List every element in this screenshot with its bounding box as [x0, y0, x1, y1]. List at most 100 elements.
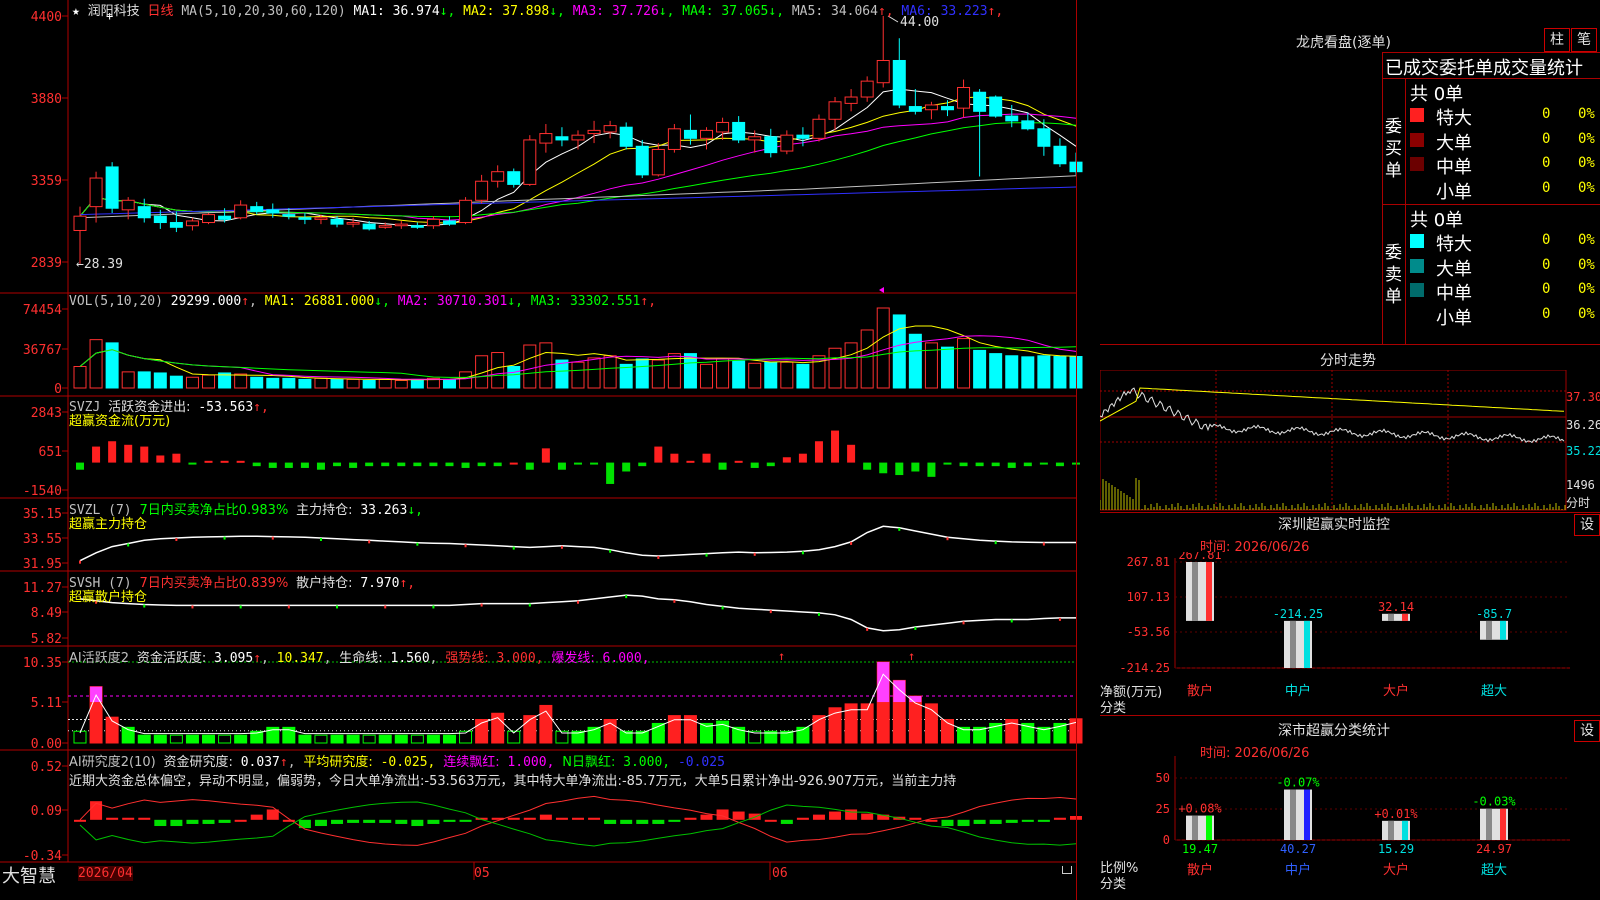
candle-body-45 [796, 134, 810, 139]
svzj-bar-57 [991, 462, 1000, 467]
szcy-bar-edge-3 [1500, 620, 1506, 640]
research-bar-44 [780, 819, 793, 824]
research-bar-5 [154, 819, 167, 827]
volume-bar-57 [989, 353, 1003, 389]
svzj-bar-9 [220, 460, 229, 463]
sell-row-pct-0: 0% [1578, 232, 1595, 248]
ai-bar-10 [234, 734, 248, 744]
lock-icon[interactable] [1062, 866, 1072, 874]
candle-body-55 [957, 86, 971, 109]
svzj-bar-41 [734, 460, 743, 463]
research-bar-40 [716, 809, 729, 820]
stock-name: 润阳科技 [87, 4, 140, 19]
volume-bar-19 [378, 378, 392, 389]
star-icon[interactable]: ★ [72, 4, 80, 19]
svzj-bar-17 [349, 462, 358, 468]
lhkp-bottom-line [1100, 344, 1600, 345]
candle-body-10 [234, 204, 248, 219]
svzj-bar-16 [333, 462, 342, 467]
svzj-bar-22 [429, 462, 438, 467]
szcy-bar-shade-3 [1486, 620, 1492, 640]
volume-bar-41 [732, 360, 746, 389]
svzj-bar-55 [959, 462, 968, 467]
svzj-bar-37 [670, 453, 679, 463]
volume-bar-54 [940, 346, 954, 389]
stroke-button[interactable]: 笔 [1571, 28, 1597, 52]
candle-body-40 [716, 121, 730, 133]
candle-body-57 [989, 96, 1003, 117]
ma-title: MA(5,10,20,30,60,120) [181, 4, 346, 19]
svzj-bar-4 [140, 446, 149, 463]
month-06-label: 06 [772, 866, 788, 881]
brand-label[interactable]: 大智慧 [2, 862, 56, 888]
svzj-bar-14 [300, 462, 309, 468]
volume-bar-28 [523, 344, 537, 389]
candle-body-8 [202, 214, 216, 224]
ai-header: AI活跃度2 资金活跃度: 3.095↑, 10.347, 生命线: 1.560… [69, 651, 650, 666]
research-bar-61 [1053, 817, 1066, 820]
szcy-value-3: -85.7 [1476, 607, 1512, 621]
buy-row-pct-0: 0% [1578, 106, 1595, 122]
volume-bar-16 [330, 378, 344, 389]
ma-value-2: MA2: 37.898 [455, 4, 550, 19]
column-button[interactable]: 柱 [1544, 28, 1570, 52]
svzj-bar-32 [590, 462, 599, 465]
svzj-bar-26 [493, 462, 502, 467]
lhkp-line-top [1382, 52, 1600, 53]
szcy-settings-button[interactable]: 设 [1574, 514, 1600, 536]
candle-body-1 [89, 177, 103, 208]
research-bar-29 [539, 814, 552, 820]
period-label[interactable]: 日线 [148, 4, 174, 19]
candle-body-43 [764, 136, 778, 154]
candle-body-44 [780, 134, 794, 152]
research-bar-2 [106, 817, 119, 820]
svzj-bar-34 [622, 462, 631, 472]
volume-bar-27 [507, 366, 521, 389]
svzj-bar-43 [766, 462, 775, 467]
volume-bar-43 [764, 361, 778, 389]
vol-ytick-2: 0 [54, 382, 62, 397]
svzl-arrow: ↓, [407, 503, 423, 518]
ai-bar-16 [330, 734, 344, 744]
scfl-bar-shade-0 [1192, 815, 1198, 840]
research-bar-3 [122, 817, 135, 820]
volume-bar-17 [346, 378, 360, 389]
svzj-bar-53 [927, 462, 936, 477]
svzj-bar-29 [541, 448, 550, 463]
candle-body-47 [828, 101, 842, 120]
research-bar-20 [395, 819, 408, 824]
svzl-ytick-2: 31.95 [23, 557, 62, 572]
research-lx-value: 1.000 [507, 755, 547, 770]
volume-bar-12 [266, 377, 280, 389]
research-bar-19 [379, 819, 392, 823]
ai-bar-15 [314, 734, 328, 744]
candle-body-53 [924, 104, 938, 111]
svzj-bar-42 [750, 462, 759, 468]
research-bar-52 [909, 817, 922, 820]
svzj-ytick-1: 651 [39, 445, 62, 460]
vol-ma-value-3: MA3: 33302.551 [522, 294, 641, 309]
research-bar-28 [523, 817, 536, 820]
ma-value-1: MA1: 36.974 [353, 4, 440, 19]
volume-bar-42 [748, 362, 762, 389]
intraday-chart[interactable] [1100, 370, 1600, 512]
svzj-bar-8 [204, 460, 213, 463]
svzj-bar-45 [798, 453, 807, 463]
buy-total: 共 0单 [1410, 84, 1464, 105]
szcy-value-1: -214.25 [1273, 607, 1324, 621]
candle-body-3 [121, 199, 135, 211]
candle-body-39 [700, 129, 714, 139]
szcy-bar-edge-1 [1304, 620, 1310, 668]
ma-values: MA1: 36.974↓, MA2: 37.898↓, MA3: 37.726↓… [354, 4, 1004, 19]
svzj-bar-15 [316, 462, 325, 470]
candle-body-0 [73, 215, 87, 231]
svzl-label: 主力持仓: [296, 503, 353, 518]
svzj-bar-40 [718, 462, 727, 470]
scfl-settings-button[interactable]: 设 [1574, 720, 1600, 742]
svzj-bar-1 [92, 446, 101, 463]
buy-side-char-2: 单 [1385, 161, 1402, 181]
candle-body-49 [860, 80, 874, 98]
research-bar-16 [331, 819, 344, 824]
candle-body-16 [330, 218, 344, 225]
szcy-title: 深圳超赢实时监控 [1278, 517, 1390, 533]
